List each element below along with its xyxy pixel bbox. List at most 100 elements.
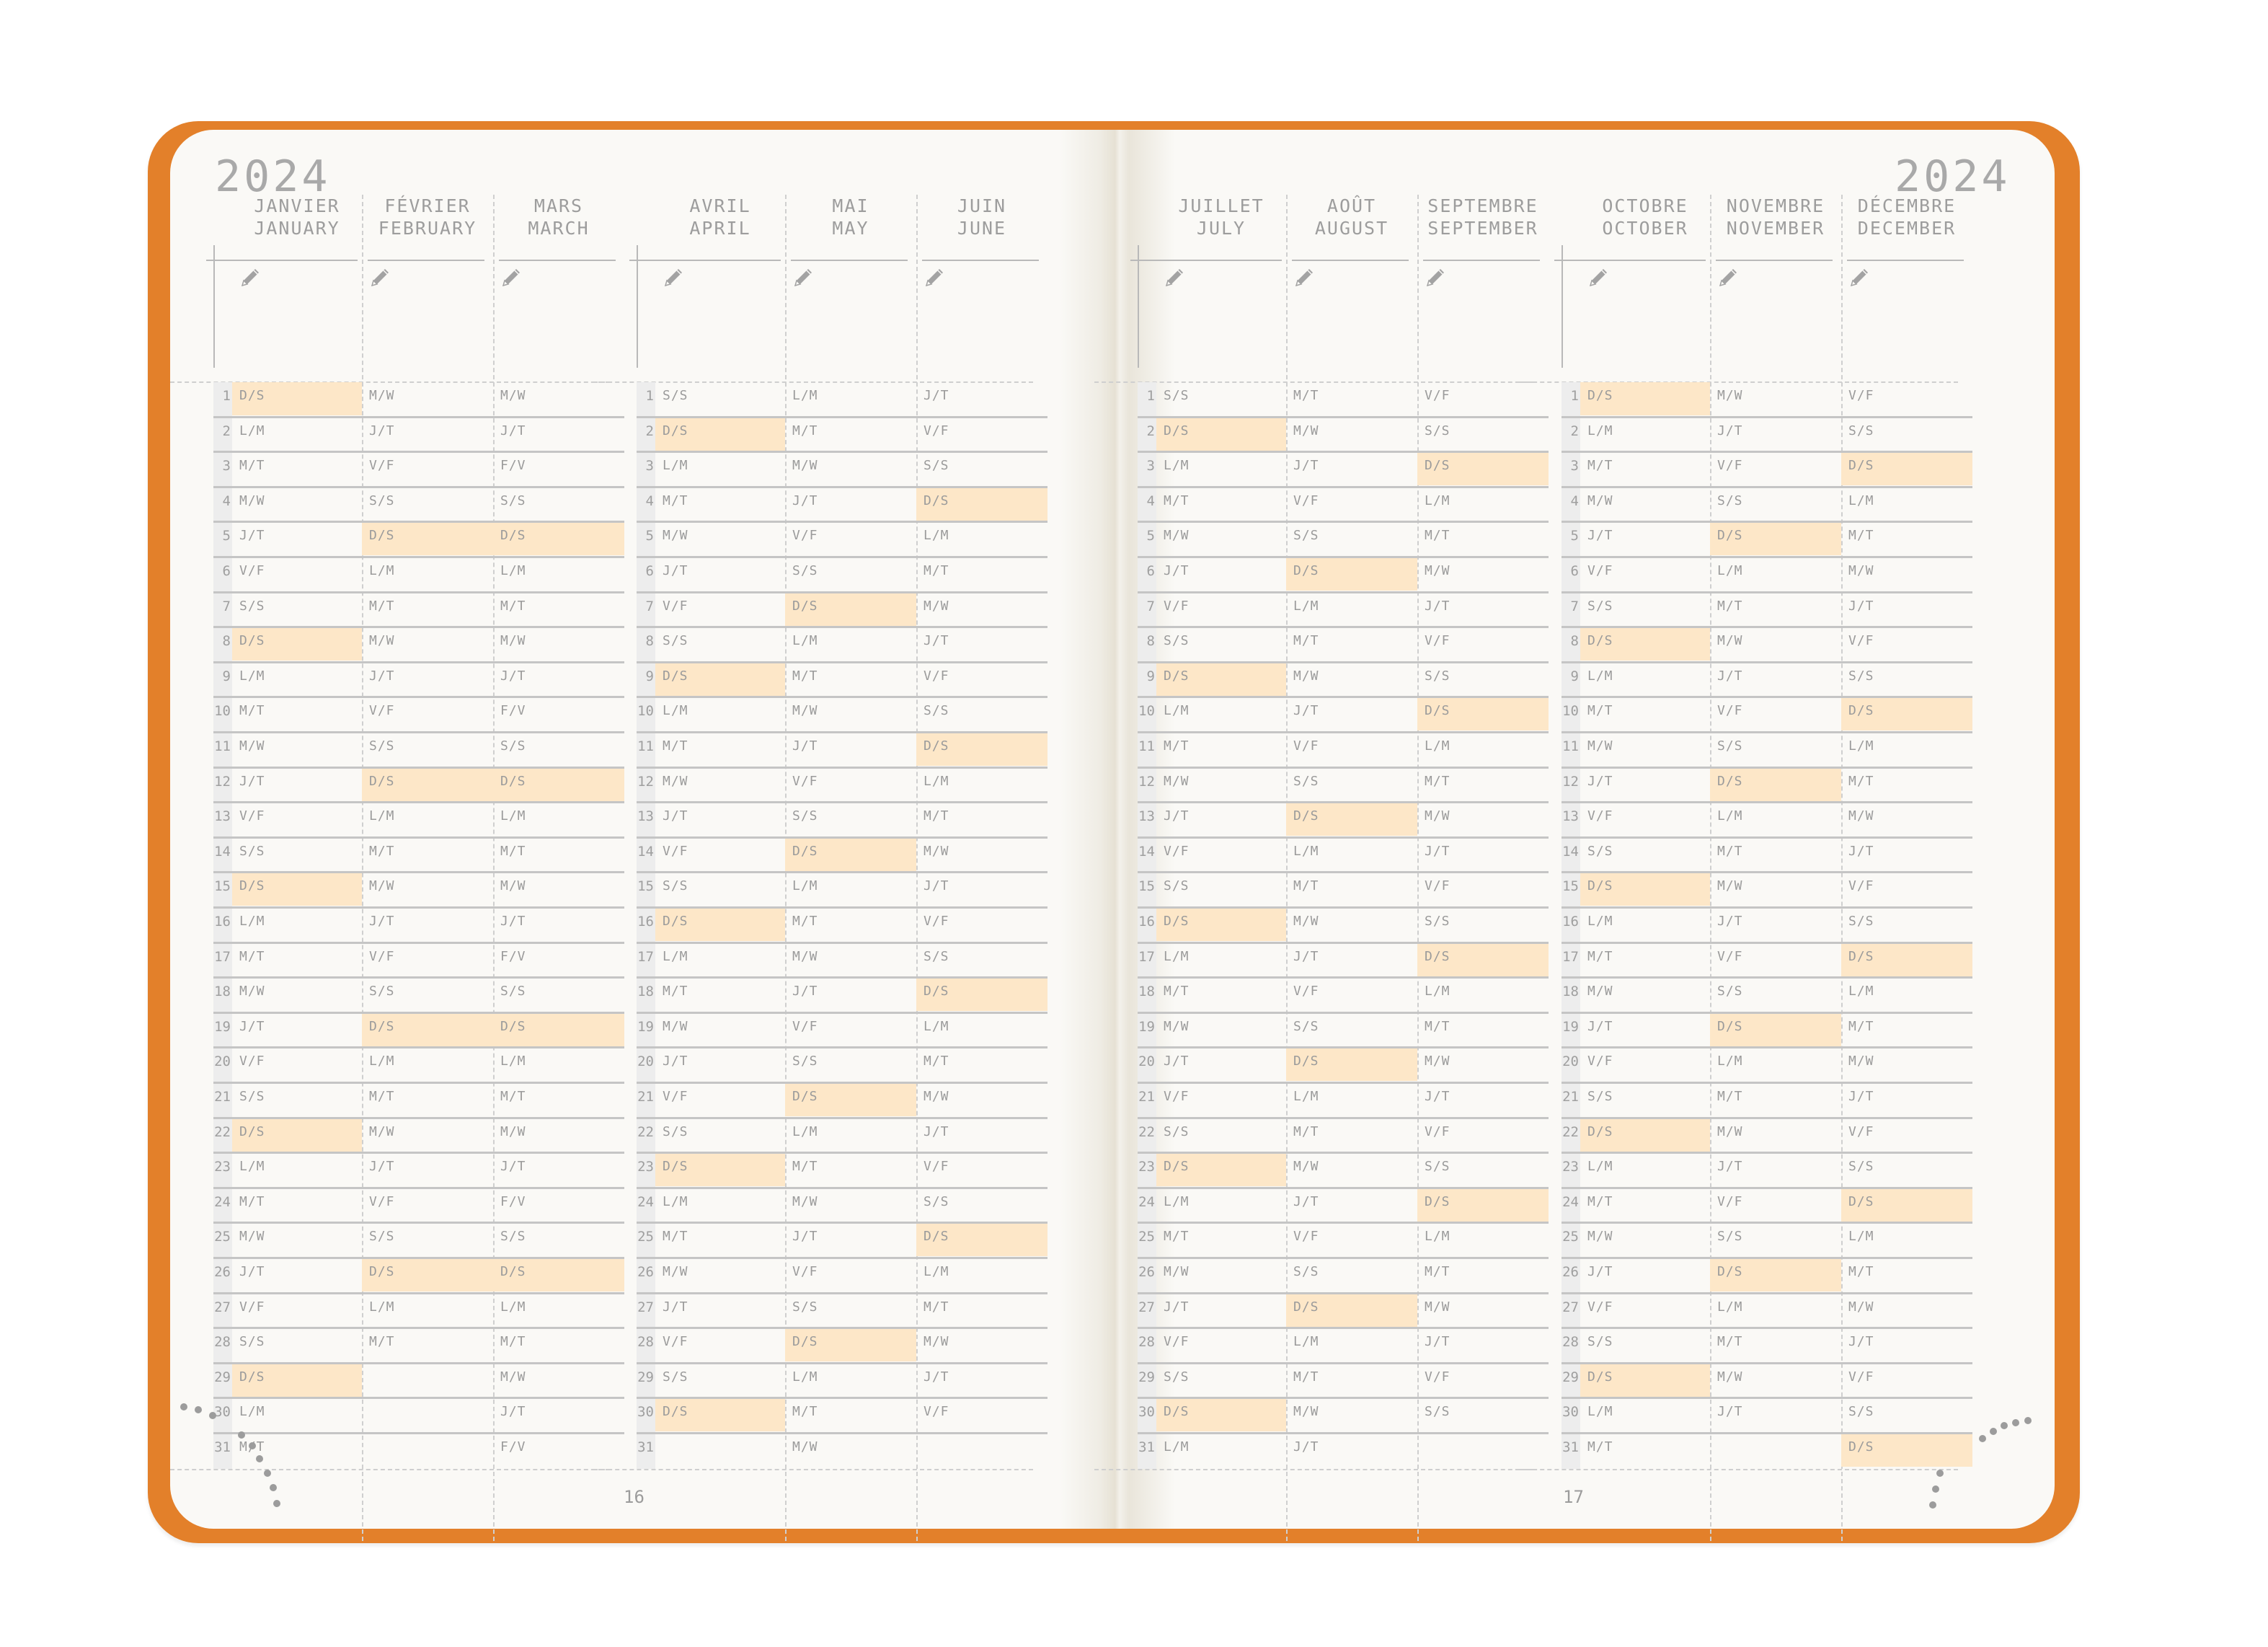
day-cell[interactable]: V/F xyxy=(785,768,916,801)
day-cell[interactable]: D/S xyxy=(785,837,916,871)
day-cell[interactable]: J/T xyxy=(1417,1083,1549,1116)
day-cell[interactable]: F/V xyxy=(493,1188,624,1222)
day-cell[interactable]: M/T xyxy=(1580,1188,1710,1222)
day-cell[interactable]: S/S xyxy=(362,1223,493,1256)
day-cell[interactable]: M/W xyxy=(362,1118,493,1152)
day-cell[interactable]: S/S xyxy=(655,1118,785,1152)
day-cell[interactable]: J/T xyxy=(1841,838,1972,871)
day-cell[interactable]: M/W xyxy=(1580,978,1710,1011)
day-cell[interactable]: D/S xyxy=(1841,1188,1972,1222)
day-cell[interactable]: M/W xyxy=(1841,1048,1972,1081)
day-cell[interactable]: L/M xyxy=(1580,1398,1710,1431)
day-cell[interactable]: V/F xyxy=(655,1083,785,1116)
day-cell[interactable]: D/S xyxy=(1417,942,1549,976)
day-cell[interactable]: D/S xyxy=(1841,1434,1972,1467)
day-cell[interactable]: M/W xyxy=(655,522,785,555)
day-cell[interactable] xyxy=(655,1434,785,1467)
day-cell[interactable]: L/M xyxy=(916,1258,1047,1291)
day-cell[interactable]: D/S xyxy=(1286,803,1417,836)
day-cell[interactable]: M/W xyxy=(493,382,624,415)
day-cell[interactable]: S/S xyxy=(362,487,493,521)
month-notes-area[interactable] xyxy=(1156,288,1286,375)
day-cell[interactable]: M/W xyxy=(1286,1153,1417,1186)
day-cell[interactable]: S/S xyxy=(232,1328,362,1361)
day-cell[interactable]: M/T xyxy=(1710,593,1841,626)
day-cell[interactable]: L/M xyxy=(785,382,916,415)
day-cell[interactable]: D/S xyxy=(1580,627,1710,661)
day-cell[interactable]: J/T xyxy=(1417,838,1549,871)
day-cell[interactable]: M/W xyxy=(1710,627,1841,661)
day-cell[interactable]: M/T xyxy=(1841,1258,1972,1291)
day-cell[interactable]: S/S xyxy=(1710,733,1841,766)
day-cell[interactable]: J/T xyxy=(1286,1188,1417,1222)
day-cell[interactable]: D/S xyxy=(1710,522,1841,556)
month-notes-area[interactable] xyxy=(1417,288,1549,375)
day-cell[interactable]: L/M xyxy=(362,803,493,836)
day-cell[interactable]: S/S xyxy=(493,978,624,1011)
month-notes-area[interactable] xyxy=(1286,288,1417,375)
day-cell[interactable]: J/T xyxy=(1417,593,1549,626)
day-cell[interactable]: S/S xyxy=(493,487,624,521)
day-cell[interactable]: M/T xyxy=(916,1294,1047,1327)
day-cell[interactable]: D/S xyxy=(493,522,624,556)
day-cell[interactable]: V/F xyxy=(232,1294,362,1327)
day-cell[interactable]: J/T xyxy=(1156,1048,1286,1081)
day-cell[interactable]: S/S xyxy=(1841,1153,1972,1186)
day-cell[interactable] xyxy=(362,1364,493,1397)
month-notes-area[interactable] xyxy=(785,288,916,375)
day-cell[interactable]: M/T xyxy=(1580,1434,1710,1467)
day-cell[interactable]: D/S xyxy=(1417,452,1549,486)
day-cell[interactable]: M/W xyxy=(1417,557,1549,591)
day-cell[interactable]: S/S xyxy=(1417,663,1549,696)
day-cell[interactable]: L/M xyxy=(1286,1083,1417,1116)
day-cell[interactable]: M/W xyxy=(232,733,362,766)
day-cell[interactable]: V/F xyxy=(916,1153,1047,1186)
day-cell[interactable]: M/T xyxy=(1417,768,1549,801)
day-cell[interactable]: M/T xyxy=(655,978,785,1011)
day-cell[interactable]: J/T xyxy=(1710,418,1841,451)
day-cell[interactable]: L/M xyxy=(1417,487,1549,521)
month-notes-area[interactable] xyxy=(916,288,1047,375)
day-cell[interactable]: J/T xyxy=(1841,1083,1972,1116)
day-cell[interactable]: J/T xyxy=(1710,663,1841,696)
day-cell[interactable]: J/T xyxy=(1710,1153,1841,1186)
day-cell[interactable]: D/S xyxy=(232,382,362,415)
day-cell[interactable]: V/F xyxy=(916,663,1047,696)
day-cell[interactable]: J/T xyxy=(655,1294,785,1327)
day-cell[interactable]: M/W xyxy=(1156,1258,1286,1291)
day-cell[interactable]: D/S xyxy=(655,417,785,451)
day-cell[interactable]: L/M xyxy=(785,1118,916,1152)
day-cell[interactable]: J/T xyxy=(785,487,916,521)
day-cell[interactable]: S/S xyxy=(232,593,362,626)
month-notes-area[interactable] xyxy=(655,288,785,375)
day-cell[interactable]: M/T xyxy=(1841,768,1972,801)
day-cell[interactable]: M/W xyxy=(1156,1013,1286,1046)
day-cell[interactable]: J/T xyxy=(785,978,916,1011)
day-cell[interactable]: V/F xyxy=(1417,1118,1549,1152)
day-cell[interactable]: M/T xyxy=(1286,382,1417,415)
day-cell[interactable]: D/S xyxy=(493,767,624,801)
day-cell[interactable]: L/M xyxy=(1156,697,1286,730)
day-cell[interactable]: J/T xyxy=(1286,1434,1417,1467)
day-cell[interactable]: S/S xyxy=(1580,593,1710,626)
day-cell[interactable]: S/S xyxy=(1156,382,1286,415)
day-cell[interactable]: V/F xyxy=(655,593,785,626)
day-cell[interactable]: M/T xyxy=(232,1434,362,1467)
day-cell[interactable]: V/F xyxy=(232,803,362,836)
day-cell[interactable]: D/S xyxy=(1156,1153,1286,1187)
day-cell[interactable]: M/W xyxy=(916,1083,1047,1116)
day-cell[interactable]: J/T xyxy=(916,873,1047,906)
day-cell[interactable]: S/S xyxy=(1841,663,1972,696)
day-cell[interactable]: L/M xyxy=(785,1364,916,1397)
day-cell[interactable]: L/M xyxy=(232,418,362,451)
day-cell[interactable]: V/F xyxy=(1286,487,1417,521)
day-cell[interactable]: J/T xyxy=(1580,1013,1710,1046)
day-cell[interactable]: L/M xyxy=(493,1294,624,1327)
day-cell[interactable]: J/T xyxy=(655,557,785,591)
day-cell[interactable]: J/T xyxy=(1156,557,1286,591)
day-cell[interactable]: J/T xyxy=(493,418,624,451)
day-cell[interactable]: V/F xyxy=(362,1188,493,1222)
day-cell[interactable]: D/S xyxy=(1286,557,1417,591)
day-cell[interactable]: V/F xyxy=(916,1398,1047,1431)
day-cell[interactable]: M/W xyxy=(1841,1294,1972,1327)
